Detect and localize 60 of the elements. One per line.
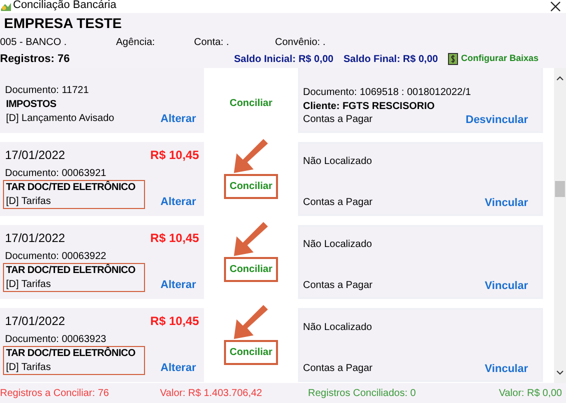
company-name: EMPRESA TESTE (4, 14, 123, 32)
reconciled-value: Valor: R$ 0,00 (498, 386, 562, 400)
scrollbar[interactable] (554, 68, 566, 383)
account-label: Conta: . (194, 36, 230, 50)
reconcile-button[interactable]: Conciliar (224, 256, 278, 282)
date-text: 17/01/2022 (5, 147, 66, 164)
edit-link[interactable]: Alterar (160, 278, 196, 292)
category-text: [D] Tarifas (6, 195, 52, 208)
scroll-up-icon[interactable] (556, 76, 564, 81)
category-text: Contas a Pagar (303, 196, 372, 210)
link-action[interactable]: Vincular (484, 362, 528, 376)
final-balance: Saldo Final: R$ 0,00 (343, 52, 438, 66)
category-text: [D] Lançamento Avisado (6, 112, 116, 125)
link-action[interactable]: Vincular (484, 196, 528, 210)
reconciled-count: Registros Conciliados: 0 (308, 386, 416, 400)
link-action[interactable]: Vincular (484, 279, 528, 293)
category-text: Contas a Pagar (303, 279, 372, 293)
entry-title: IMPOSTOS (6, 98, 56, 112)
status-text: Não Localizado (303, 322, 372, 333)
initial-balance: Saldo Inicial: R$ 0,00 (234, 52, 334, 66)
window-title: Conciliação Bancária (13, 0, 116, 11)
agreement-label: Convênio: . (275, 36, 326, 50)
document-text: Documento: 00063921 (4, 167, 108, 180)
date-text: 17/01/2022 (5, 230, 66, 247)
document-text: Documento: 00063923 (4, 333, 108, 346)
configure-button[interactable]: Configurar Baixas (448, 52, 538, 66)
edit-link[interactable]: Alterar (160, 195, 196, 209)
category-text: Contas a Pagar (303, 362, 372, 376)
link-action[interactable]: Desvincular (466, 113, 528, 127)
category-text: [D] Tarifas (6, 361, 52, 374)
records-count: Registros: 76 (0, 52, 71, 67)
document-text: Documento: 1069518 : 0018012022/1 (303, 87, 471, 98)
status-text: Não Localizado (303, 156, 372, 167)
scroll-down-icon[interactable] (556, 370, 564, 375)
edit-link[interactable]: Alterar (160, 112, 196, 126)
reconcile-button[interactable]: Conciliar (224, 90, 278, 116)
reconcile-button[interactable]: Conciliar (224, 340, 278, 364)
entry-title: TAR DOC/TED ELETRÔNICO (6, 264, 136, 278)
pending-count: Registros a Conciliar: 76 (0, 386, 110, 400)
scroll-thumb[interactable] (555, 181, 565, 197)
document-text: Documento: 11721 (4, 84, 90, 97)
category-text: Contas a Pagar (303, 113, 372, 127)
bank-name: 005 - BANCO . (0, 36, 68, 50)
entry-title: TAR DOC/TED ELETRÔNICO (6, 181, 136, 195)
amount-text: R$ 10,45 (150, 230, 199, 247)
money-icon (448, 53, 458, 65)
entry-title: TAR DOC/TED ELETRÔNICO (6, 347, 136, 361)
close-button[interactable] (548, 0, 562, 13)
agency-label: Agência: (116, 36, 156, 50)
date-text: 17/01/2022 (5, 313, 66, 330)
edit-link[interactable]: Alterar (160, 361, 196, 375)
reconcile-button[interactable]: Conciliar (224, 174, 278, 198)
app-icon (1, 2, 11, 10)
amount-text: R$ 10,45 (150, 313, 199, 330)
amount-text: R$ 10,45 (150, 147, 199, 164)
category-text: [D] Tarifas (6, 278, 52, 291)
status-text: Não Localizado (303, 239, 372, 250)
pending-value: Valor: R$ 1.403.706,42 (160, 386, 264, 400)
document-text: Documento: 00063922 (4, 250, 108, 263)
client-text: Cliente: FGTS RESCISORIO (303, 101, 435, 112)
